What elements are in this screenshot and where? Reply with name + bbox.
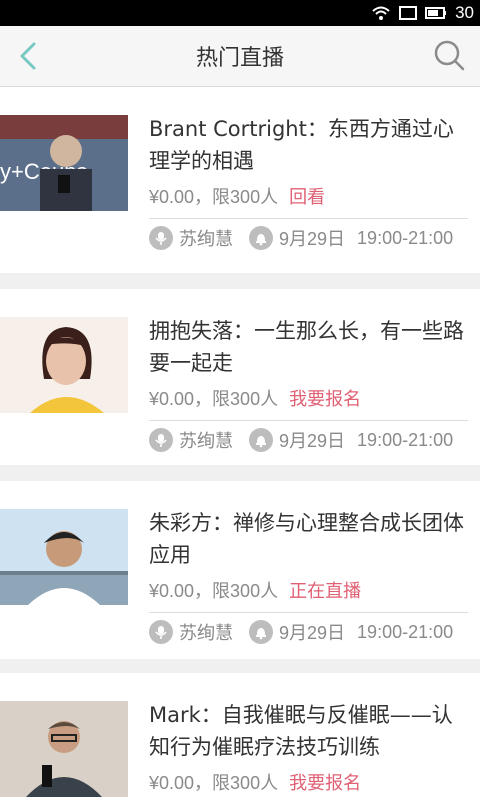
price-limit: ¥0.00，限300人 — [149, 187, 279, 207]
status-link[interactable]: 我要报名 — [289, 773, 361, 793]
live-item[interactable]: Mark：自我催眠与反催眠——认知行为催眠疗法技巧训练 ¥0.00，限300人 … — [0, 673, 480, 800]
speaker-photo-image — [0, 317, 128, 413]
status-link[interactable]: 回看 — [289, 187, 325, 207]
live-meta: ¥0.00，限300人 正在直播 — [149, 577, 361, 603]
wifi-icon — [371, 5, 391, 21]
live-item[interactable]: 拥抱失落：一生那么长，有一些路要一起走 ¥0.00，限300人 我要报名 苏绚慧… — [0, 289, 480, 465]
live-info: 苏绚慧 9月29日 19:00-21:00 — [149, 225, 453, 251]
search-button[interactable] — [430, 36, 470, 76]
thumbnail — [0, 317, 128, 413]
bell-icon — [249, 226, 273, 250]
live-meta: ¥0.00，限300人 我要报名 — [149, 769, 361, 795]
status-bar: 30 — [0, 0, 480, 26]
divider — [149, 612, 468, 613]
live-item[interactable]: y+Couns Brant Cortright：东西方通过心理学的相遇 ¥0.0… — [0, 87, 480, 273]
price-limit: ¥0.00，限300人 — [149, 581, 279, 601]
thumbnail — [0, 701, 128, 797]
live-date: 9月29日 — [279, 229, 346, 249]
live-meta: ¥0.00，限300人 回看 — [149, 183, 325, 209]
sim-icon — [399, 5, 418, 21]
microphone-icon — [149, 226, 173, 250]
live-date: 9月29日 — [279, 431, 346, 451]
live-time: 19:00-21:00 — [357, 429, 454, 450]
host-name: 苏绚慧 — [179, 431, 233, 451]
host-name: 苏绚慧 — [179, 623, 233, 643]
live-title: 拥抱失落：一生那么长，有一些路要一起走 — [149, 319, 464, 375]
speaker-photo-image — [0, 701, 128, 797]
live-title: 朱彩方：禅修与心理整合成长团体应用 — [149, 511, 464, 567]
live-time: 19:00-21:00 — [357, 227, 454, 248]
search-icon — [434, 40, 465, 71]
thumbnail: y+Couns — [0, 115, 128, 211]
status-time: 30 — [455, 3, 474, 22]
host-name: 苏绚慧 — [179, 229, 233, 249]
thumbnail — [0, 509, 128, 605]
live-time: 19:00-21:00 — [357, 621, 454, 642]
live-info: 苏绚慧 9月29日 19:00-21:00 — [149, 427, 453, 453]
live-meta: ¥0.00，限300人 我要报名 — [149, 385, 361, 411]
bell-icon — [249, 620, 273, 644]
speaker-photo-image: y+Couns — [0, 115, 128, 211]
app-header: 热门直播 — [0, 26, 480, 87]
status-link[interactable]: 正在直播 — [289, 581, 361, 601]
live-item[interactable]: 朱彩方：禅修与心理整合成长团体应用 ¥0.00，限300人 正在直播 苏绚慧 9… — [0, 481, 480, 659]
microphone-icon — [149, 428, 173, 452]
price-limit: ¥0.00，限300人 — [149, 773, 279, 793]
divider — [149, 420, 468, 421]
speaker-photo-image — [0, 509, 128, 605]
bell-icon — [249, 428, 273, 452]
status-icons: 30 — [371, 3, 474, 23]
live-info: 苏绚慧 9月29日 19:00-21:00 — [149, 619, 453, 645]
live-date: 9月29日 — [279, 623, 346, 643]
battery-icon — [425, 5, 447, 21]
price-limit: ¥0.00，限300人 — [149, 389, 279, 409]
live-title: Mark：自我催眠与反催眠——认知行为催眠疗法技巧训练 — [149, 703, 453, 759]
page-title: 热门直播 — [195, 46, 284, 71]
status-link[interactable]: 我要报名 — [289, 389, 361, 409]
divider — [149, 218, 468, 219]
microphone-icon — [149, 620, 173, 644]
live-title: Brant Cortright：东西方通过心理学的相遇 — [149, 117, 454, 173]
